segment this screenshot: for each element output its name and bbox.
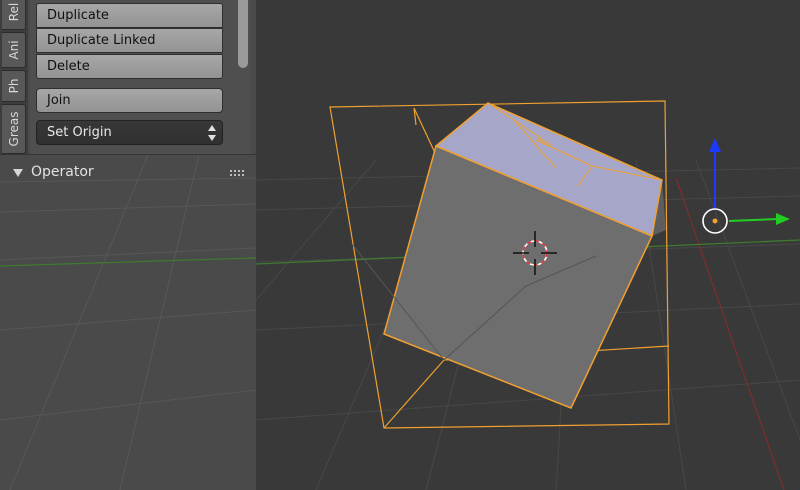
panel-divider [0,154,256,155]
3d-viewport[interactable] [256,0,800,490]
toolshelf-tabs: Rel Ani Ph Greas [0,0,28,154]
tab-animation-label: Ani [6,40,21,60]
transform-manipulator-icon[interactable] [702,138,790,234]
edit-panel: Duplicate Duplicate Linked Delete Join S… [30,0,235,154]
tab-physics[interactable]: Ph [2,70,26,102]
scrollbar-thumb[interactable] [238,0,248,68]
tab-grease-pencil[interactable]: Greas [2,104,26,154]
updown-arrows-icon [208,125,216,141]
toolshelf-scrollbar[interactable] [235,0,251,154]
operator-panel-header[interactable]: Operator [0,161,256,187]
delete-button[interactable]: Delete [36,54,223,79]
tab-relations[interactable]: Rel [2,0,26,30]
duplicate-linked-button[interactable]: Duplicate Linked [36,28,223,53]
tab-animation[interactable]: Ani [2,32,26,68]
drag-grip-icon[interactable] [230,170,244,176]
viewport-canvas[interactable] [256,0,800,490]
tab-grease-pencil-label: Greas [6,111,21,147]
tab-physics-label: Ph [6,78,21,94]
set-origin-label: Set Origin [47,125,112,140]
tab-relations-label: Rel [6,2,21,22]
expand-triangle-icon[interactable] [13,169,23,177]
blender-window: Rel Ani Ph Greas Duplicate Duplicate Lin… [0,0,800,490]
duplicate-button[interactable]: Duplicate [36,3,223,28]
x-axis-line [675,177,785,490]
tool-shelf: Rel Ani Ph Greas Duplicate Duplicate Lin… [0,0,256,490]
join-button[interactable]: Join [36,88,223,113]
operator-panel-title: Operator [31,164,94,180]
set-origin-dropdown[interactable]: Set Origin [36,120,223,145]
shelf-grid-background [0,150,256,490]
